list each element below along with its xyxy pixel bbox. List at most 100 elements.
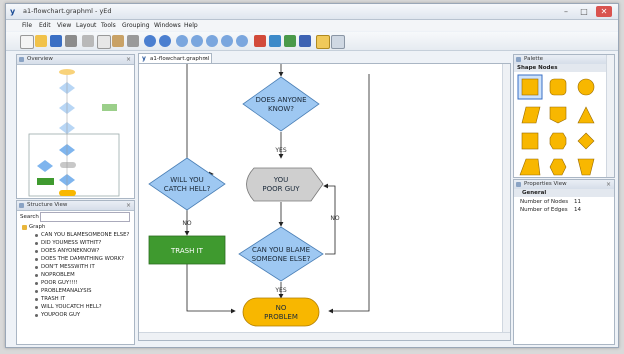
cut-icon[interactable] xyxy=(82,35,94,47)
palette-triangle[interactable] xyxy=(577,106,595,124)
structure-item[interactable]: PROBLEMANALYSIS xyxy=(41,288,92,294)
bullet-icon xyxy=(35,258,38,261)
structure-item[interactable]: DON'T MESSWITH IT xyxy=(41,264,95,270)
palette-section-header[interactable]: Shape Nodes xyxy=(514,64,614,72)
node-label-line: PROBLEM xyxy=(264,313,298,321)
palette-trapezoid-inverted[interactable] xyxy=(577,158,595,176)
redo-icon[interactable] xyxy=(159,35,171,47)
overview-thumbnail[interactable] xyxy=(17,64,134,198)
node-no-problem[interactable]: NO PROBLEM xyxy=(242,297,320,327)
undo-icon[interactable] xyxy=(144,35,156,47)
overview-node xyxy=(59,190,76,196)
zoom-fit-icon[interactable] xyxy=(206,35,218,47)
structure-item[interactable]: NOPROBLEM xyxy=(41,272,75,278)
node-will-you-catch-hell[interactable]: WILL YOU CATCH HELL? xyxy=(148,157,226,211)
node-you-poor-guy[interactable]: YOU POOR GUY xyxy=(246,167,324,202)
zoom-area-icon[interactable] xyxy=(221,35,233,47)
yed-app-icon: y xyxy=(10,7,16,16)
structure-view-panel: Structure View × Search Graph CAN YOU BLA… xyxy=(16,200,135,345)
edge-label-no: NO xyxy=(330,215,339,222)
structure-item[interactable]: DOES THE DAMNTHING WORK? xyxy=(41,256,124,262)
node-label-line: TRASH IT xyxy=(170,247,204,255)
bullet-icon xyxy=(35,234,38,237)
settings-icon[interactable] xyxy=(331,35,345,49)
canvas-horizontal-scrollbar[interactable] xyxy=(139,332,510,340)
palette-hexagon[interactable] xyxy=(549,158,567,176)
structure-item[interactable]: WILL YOUCATCH HELL? xyxy=(41,304,102,310)
graph-canvas[interactable]: DOES ANYONE KNOW? YOU POOR GUY WILL YOU … xyxy=(138,63,511,341)
palette-octagon[interactable] xyxy=(549,132,567,150)
node-trash-it[interactable]: TRASH IT xyxy=(148,235,226,265)
menu-edit[interactable]: Edit xyxy=(39,22,51,29)
properties-icon[interactable] xyxy=(269,35,281,47)
structure-root[interactable]: Graph xyxy=(29,224,45,230)
palette-trapezoid[interactable] xyxy=(519,158,541,176)
palette-square[interactable] xyxy=(521,132,539,150)
close-button[interactable]: ✕ xyxy=(596,6,612,17)
structure-item[interactable]: CAN YOU BLAMESOMEONE ELSE? xyxy=(41,232,129,238)
node-can-you-blame[interactable]: CAN YOU BLAME SOMEONE ELSE? xyxy=(238,226,324,282)
new-icon[interactable] xyxy=(20,35,34,49)
properties-title: Properties View xyxy=(524,181,567,187)
document-tab[interactable]: y a1-flowchart.graphml * × xyxy=(138,53,212,72)
palette-diamond[interactable] xyxy=(577,132,595,150)
palette-shield[interactable] xyxy=(549,106,567,124)
canvas-vertical-scrollbar[interactable] xyxy=(502,64,510,340)
layout-icon[interactable] xyxy=(284,35,296,47)
structure-item[interactable]: POOR GUY!!!! xyxy=(41,280,78,286)
overview-close-icon[interactable]: × xyxy=(126,55,131,64)
palette-panel: Palette× Shape Nodes xyxy=(513,54,615,178)
properties-section-header[interactable]: General xyxy=(514,189,614,197)
structure-item[interactable]: DOES ANYONEKNOW? xyxy=(41,248,99,254)
overview-title: Overview xyxy=(27,56,53,62)
node-label-line: CAN YOU BLAME xyxy=(252,246,310,254)
edge-label-no: NO xyxy=(182,220,191,227)
zoom-out-icon[interactable] xyxy=(191,35,203,47)
edge-label-yes: YES xyxy=(274,147,286,154)
palette-parallelogram[interactable] xyxy=(521,106,541,124)
menu-windows[interactable]: Windows xyxy=(154,22,181,29)
paste-icon[interactable] xyxy=(112,35,124,47)
properties-panel-icon xyxy=(516,182,521,187)
export-image-icon[interactable] xyxy=(254,35,266,47)
decision-diamond xyxy=(148,157,226,211)
save-icon[interactable] xyxy=(50,35,62,47)
edge-left-into-will-you xyxy=(186,64,214,177)
zoom-original-icon[interactable] xyxy=(236,35,248,47)
print-icon[interactable] xyxy=(65,35,77,47)
minimize-button[interactable]: – xyxy=(558,6,574,17)
delete-icon[interactable] xyxy=(127,35,139,47)
properties-close-icon[interactable]: × xyxy=(606,180,611,189)
zoom-in-icon[interactable] xyxy=(176,35,188,47)
menu-view[interactable]: View xyxy=(57,22,71,29)
graph-folder-icon xyxy=(22,225,27,230)
menu-help[interactable]: Help xyxy=(184,22,198,29)
terminal-shape xyxy=(242,297,320,327)
maximize-button[interactable]: □ xyxy=(576,6,592,17)
grid-icon[interactable] xyxy=(299,35,311,47)
palette-scrollbar[interactable] xyxy=(606,55,614,177)
node-does-anyone-know[interactable]: DOES ANYONE KNOW? xyxy=(242,76,320,132)
structure-item[interactable]: YOUPOOR GUY xyxy=(41,312,80,318)
snap-icon[interactable] xyxy=(316,35,330,49)
bullet-icon xyxy=(35,314,38,317)
palette-rounded-rectangle[interactable] xyxy=(549,78,567,96)
menu-file[interactable]: File xyxy=(22,22,32,29)
flowchart: DOES ANYONE KNOW? YOU POOR GUY WILL YOU … xyxy=(148,64,370,327)
menu-bar: File Edit View Layout Tools Grouping Win… xyxy=(6,20,618,31)
structure-item[interactable]: TRASH IT xyxy=(41,296,65,302)
copy-icon[interactable] xyxy=(97,35,111,49)
menu-tools[interactable]: Tools xyxy=(101,22,116,29)
node-label-line: SOMEONE ELSE? xyxy=(252,255,311,263)
structure-view-close-icon[interactable]: × xyxy=(126,201,131,210)
overview-node xyxy=(37,178,54,185)
menu-layout[interactable]: Layout xyxy=(76,22,96,29)
open-icon[interactable] xyxy=(35,35,47,47)
palette-ellipse[interactable] xyxy=(577,78,595,96)
menu-grouping[interactable]: Grouping xyxy=(122,22,150,29)
title-bar: y a1-flowchart.graphml - yEd – □ ✕ xyxy=(6,4,618,20)
palette-rectangle[interactable] xyxy=(521,78,539,96)
structure-search-input[interactable] xyxy=(40,212,130,222)
structure-item[interactable]: DID YOUMESS WITHIT? xyxy=(41,240,101,246)
edge-label-yes: YES xyxy=(274,287,286,294)
